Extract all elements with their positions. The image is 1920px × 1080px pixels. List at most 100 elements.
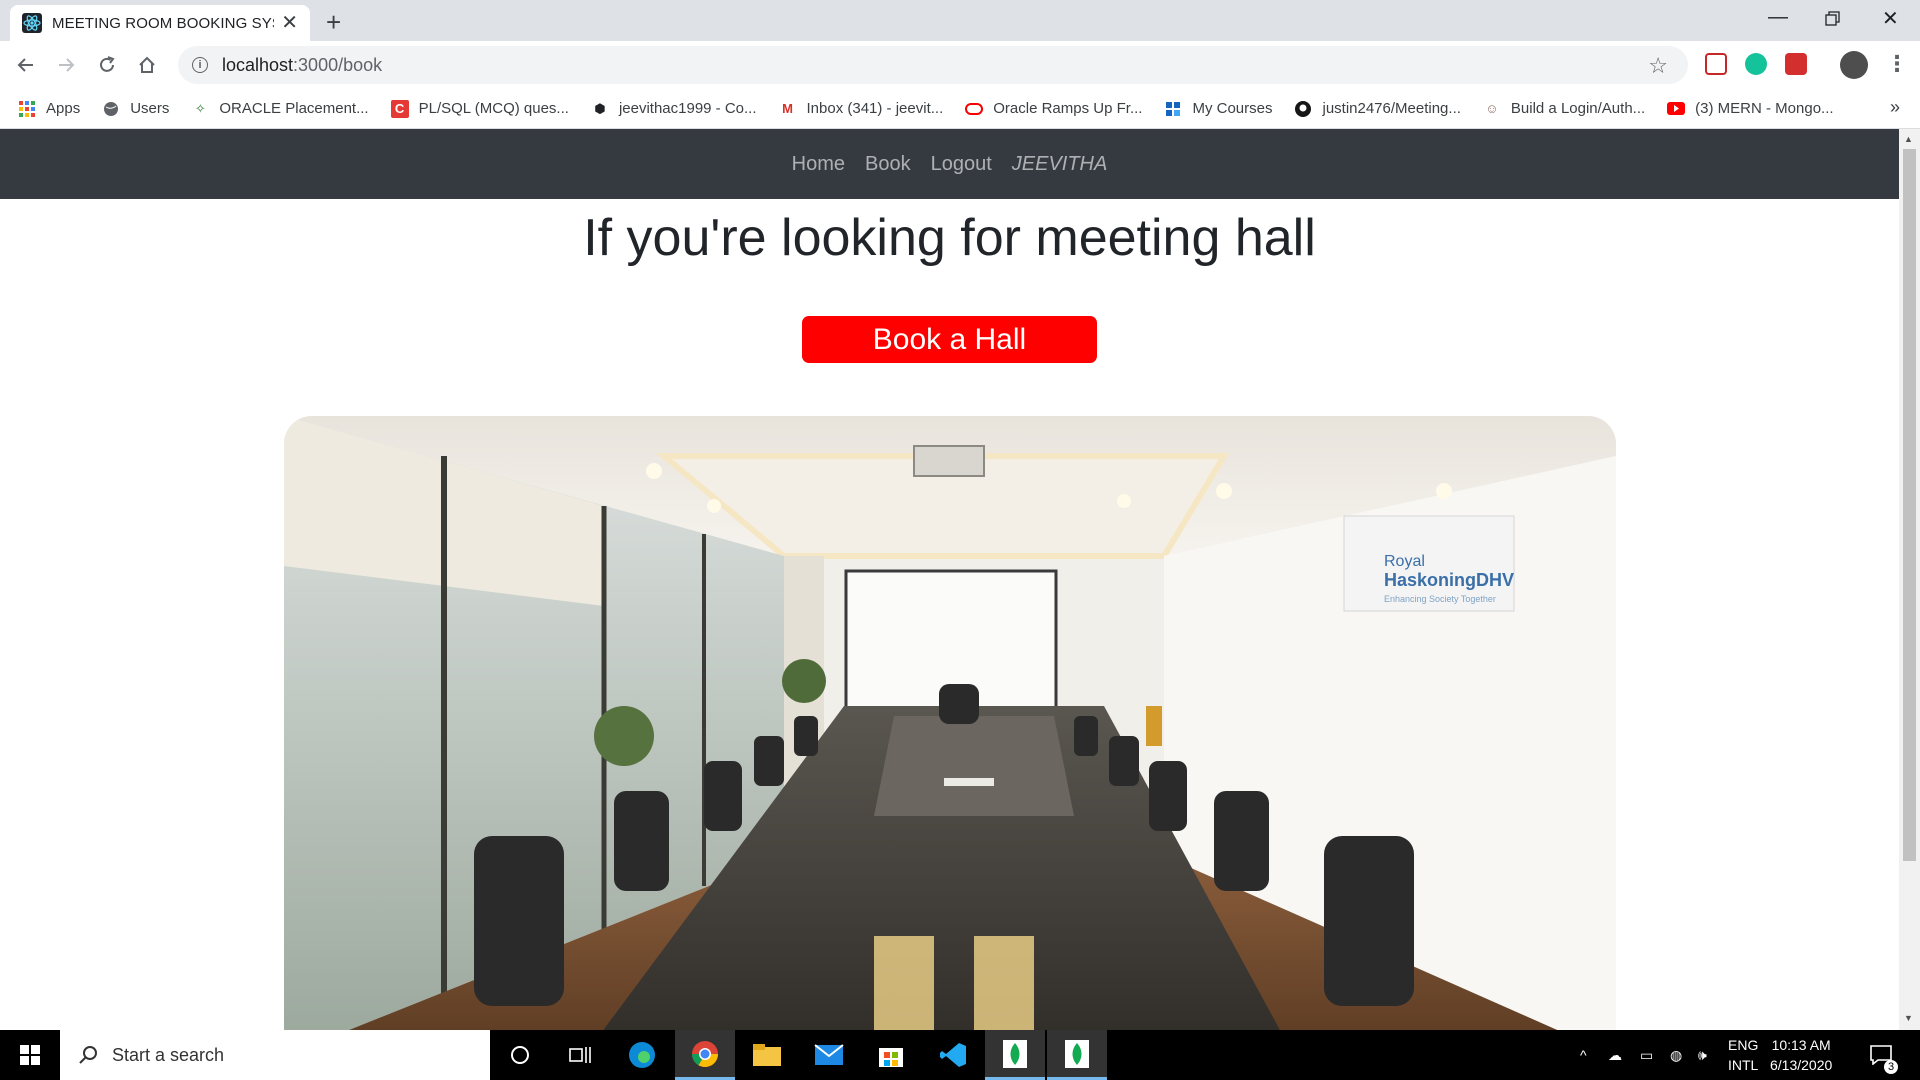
nav-home-link[interactable]: Home — [792, 153, 845, 176]
github-icon — [1294, 100, 1312, 118]
input-language[interactable]: ENG INTL — [1728, 1035, 1758, 1075]
pocket-extension-icon[interactable] — [1705, 53, 1727, 75]
cortana-icon[interactable] — [490, 1030, 550, 1080]
mongodb-compass-icon[interactable] — [985, 1030, 1045, 1080]
bookmark-label: Apps — [46, 100, 81, 117]
courses-icon — [1164, 100, 1182, 118]
react-favicon-icon — [22, 13, 42, 33]
clock-date: 6/13/2020 — [1770, 1057, 1833, 1073]
bookmark-label: (3) MERN - Mongo... — [1695, 100, 1834, 117]
cube-icon: ⬢ — [594, 100, 606, 116]
file-explorer-icon[interactable] — [737, 1030, 797, 1080]
bookmark-label: ORACLE Placement... — [219, 100, 369, 117]
wall-sign-line2: HaskoningDHV — [1384, 570, 1514, 590]
mongodb-icon[interactable] — [1047, 1030, 1107, 1080]
vscode-icon[interactable] — [923, 1030, 983, 1080]
extension-icon[interactable] — [1785, 53, 1807, 75]
bookmark-label: PL/SQL (MCQ) ques... — [418, 100, 569, 117]
volume-icon[interactable]: 🕪 — [1698, 1030, 1707, 1080]
youtube-icon — [1667, 100, 1686, 118]
home-icon[interactable] — [131, 49, 163, 81]
tab-title: MEETING ROOM BOOKING SYSTEM — [52, 14, 274, 32]
clock-time: 10:13 AM — [1771, 1037, 1831, 1053]
bookmark-build-login[interactable]: ☺ Build a Login/Auth... — [1483, 100, 1645, 118]
bookmark-inbox[interactable]: M Inbox (341) - jeevit... — [779, 100, 944, 118]
apps-grid-icon — [18, 100, 36, 118]
bookmark-users[interactable]: Users — [102, 100, 169, 118]
battery-icon[interactable]: ▭ — [1640, 1030, 1653, 1080]
url-path: :3000/book — [293, 54, 383, 75]
new-tab-icon[interactable]: + — [326, 9, 341, 35]
bookmark-star-icon[interactable]: ☆ — [1648, 53, 1668, 79]
windows-start-icon[interactable] — [0, 1030, 60, 1080]
nav-logout-link[interactable]: Logout — [931, 153, 992, 176]
person-icon: ☺ — [1485, 101, 1499, 116]
browser-tab-active[interactable]: MEETING ROOM BOOKING SYSTEM ✕ — [10, 5, 310, 41]
bookmark-label: justin2476/Meeting... — [1322, 100, 1461, 117]
scrollbar-thumb[interactable] — [1903, 149, 1916, 861]
network-globe-icon[interactable]: ◍ — [1670, 1030, 1682, 1080]
globe-icon — [102, 100, 120, 118]
taskbar-clock[interactable]: 10:13 AM 6/13/2020 — [1770, 1035, 1832, 1075]
page-viewport: Home Book Logout JEEVITHA If you're look… — [0, 129, 1920, 1030]
grammarly-extension-icon[interactable] — [1745, 53, 1767, 75]
bookmark-label: Inbox (341) - jeevit... — [806, 100, 944, 117]
windows-taskbar: Start a search ^ ☁ ▭ ◍ 🕪 ENG INTL 10:13 … — [0, 1030, 1920, 1080]
page-title: If you're looking for meeting hall — [583, 209, 1316, 267]
action-center-icon[interactable]: 3 — [1870, 1030, 1898, 1080]
wall-sign-line3: Enhancing Society Together — [1384, 594, 1496, 604]
onedrive-icon[interactable]: ☁ — [1608, 1030, 1622, 1080]
browser-tabstrip: MEETING ROOM BOOKING SYSTEM ✕ + — ✕ — [0, 0, 1920, 41]
gmail-icon: M — [782, 101, 793, 116]
site-info-icon[interactable]: i — [192, 57, 208, 73]
restore-icon[interactable] — [1825, 11, 1841, 27]
bookmarks-bar: Apps Users ✧ ORACLE Placement... C PL/SQ… — [0, 89, 1920, 129]
search-icon — [79, 1046, 97, 1064]
bookmark-label: jeevithac1999 - Co... — [618, 100, 757, 117]
lang-line1: ENG — [1728, 1037, 1759, 1053]
taskbar-search-box[interactable]: Start a search — [60, 1030, 490, 1080]
minimize-icon[interactable]: — — [1768, 6, 1788, 29]
oracle-leaf-icon: ✧ — [194, 100, 206, 116]
wall-sign-line1: Royal — [1384, 553, 1425, 570]
url-host: localhost — [222, 54, 294, 75]
nav-book-link[interactable]: Book — [865, 153, 911, 176]
bookmark-label: Oracle Ramps Up Fr... — [993, 100, 1143, 117]
edge-icon[interactable] — [612, 1030, 672, 1080]
profile-avatar[interactable] — [1840, 51, 1868, 79]
scroll-up-icon[interactable]: ▲ — [1904, 134, 1913, 144]
book-hall-button[interactable]: Book a Hall — [802, 316, 1097, 363]
nav-username: JEEVITHA — [1011, 152, 1108, 175]
page-scrollbar[interactable]: ▲ ▼ — [1899, 129, 1920, 1030]
chrome-icon[interactable] — [675, 1030, 735, 1080]
close-window-icon[interactable]: ✕ — [1882, 6, 1899, 31]
forward-icon[interactable] — [50, 49, 82, 81]
bookmark-label: Users — [130, 100, 170, 117]
notification-count-badge: 3 — [1884, 1060, 1898, 1074]
bookmark-github[interactable]: justin2476/Meeting... — [1294, 100, 1461, 118]
browser-menu-icon[interactable]: ⋮ — [1886, 51, 1908, 77]
store-icon[interactable] — [861, 1030, 921, 1080]
task-view-icon[interactable] — [550, 1030, 610, 1080]
back-icon[interactable] — [10, 49, 42, 81]
oracle-ring-icon — [965, 100, 984, 118]
bookmark-oracle-placement[interactable]: ✧ ORACLE Placement... — [191, 100, 369, 118]
meeting-room-photo: Royal HaskoningDHV Enhancing Society Tog… — [284, 416, 1616, 1030]
more-bookmarks-icon[interactable]: » — [1890, 97, 1900, 118]
bookmark-jeevithac[interactable]: ⬢ jeevithac1999 - Co... — [591, 100, 757, 118]
scroll-down-icon[interactable]: ▼ — [1904, 1013, 1913, 1023]
tray-show-hidden-icon[interactable]: ^ — [1580, 1030, 1587, 1080]
bookmark-my-courses[interactable]: My Courses — [1164, 100, 1272, 118]
close-tab-icon[interactable]: ✕ — [281, 13, 298, 33]
search-placeholder: Start a search — [112, 1044, 225, 1065]
browser-toolbar: i localhost :3000/book ☆ ⋮ — [0, 41, 1920, 89]
bookmark-mern[interactable]: (3) MERN - Mongo... — [1667, 100, 1834, 118]
reload-icon[interactable] — [91, 49, 123, 81]
bookmark-label: Build a Login/Auth... — [1510, 100, 1646, 117]
bookmark-plsql[interactable]: C PL/SQL (MCQ) ques... — [390, 99, 569, 118]
app-navbar: Home Book Logout JEEVITHA — [0, 129, 1899, 199]
bookmark-apps[interactable]: Apps — [18, 100, 80, 118]
bookmark-oracle-ramps[interactable]: Oracle Ramps Up Fr... — [965, 100, 1142, 118]
address-bar[interactable]: i localhost :3000/book ☆ — [178, 46, 1688, 84]
mail-icon[interactable] — [799, 1030, 859, 1080]
